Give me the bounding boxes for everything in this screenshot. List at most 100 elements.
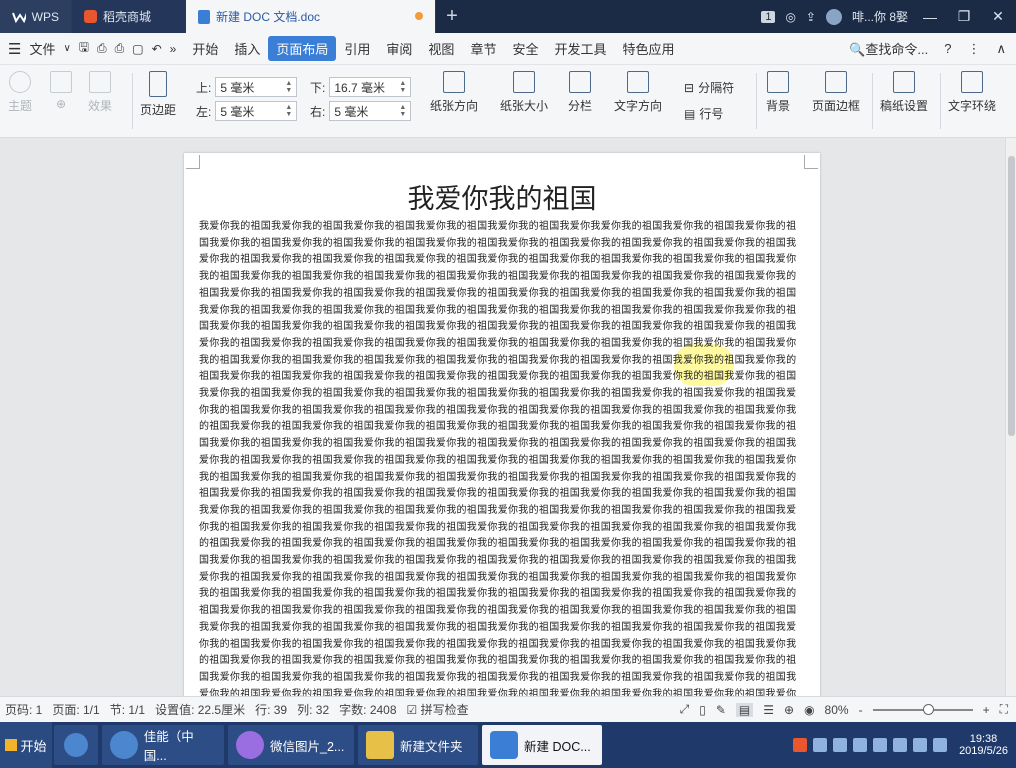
menu-review[interactable]: 审阅 (378, 36, 420, 61)
grid-paper-button[interactable]: 稿纸设置 (880, 71, 928, 114)
page-border-button[interactable]: 页面边框 (812, 71, 860, 114)
settings-icon[interactable]: ◎ (785, 10, 795, 24)
username[interactable]: 啡...你 8娶 (852, 8, 908, 25)
columns-button[interactable]: 分栏 (568, 71, 592, 114)
document-title[interactable]: 我爱你我的祖国 (184, 177, 820, 216)
page-count[interactable]: 页面: 1/1 (47, 701, 104, 718)
background-button[interactable]: 背景 (766, 71, 790, 114)
page-code[interactable]: 页码: 1 (0, 701, 47, 718)
clock[interactable]: 19:38 2019/5/26 (953, 733, 1008, 757)
right-margin-input[interactable]: 5 毫米 ▲ ▼ (329, 101, 412, 121)
document-page[interactable]: 我爱你我的祖国 我爱你我的祖国我爱你我的祖国我爱你我的祖国我爱你我的祖国我爱你我… (184, 153, 820, 696)
save-icon[interactable]: 🖫 (79, 38, 89, 59)
search-command[interactable]: 🔍查找命令... (849, 39, 928, 58)
help-button[interactable]: ? (944, 41, 951, 56)
tray-icon[interactable] (893, 738, 908, 752)
reading-mode-icon[interactable]: ▯ (699, 703, 706, 717)
orientation-button[interactable]: 纸张方向 (430, 71, 478, 114)
eye-protection-icon[interactable]: ◉ (804, 703, 814, 717)
network-icon[interactable] (913, 738, 928, 752)
tray-icon[interactable] (813, 738, 828, 752)
menu-start[interactable]: 开始 (184, 36, 226, 61)
avatar[interactable] (825, 8, 842, 25)
skin-icon[interactable]: ⇪ (806, 10, 816, 24)
zoom-out-button[interactable]: - (859, 703, 863, 717)
tab-shop[interactable]: 稻壳商城 (72, 0, 186, 33)
zoom-in-button[interactable]: + (983, 703, 990, 717)
bottom-margin-field[interactable]: 下: 16.7 毫米 ▲ ▼ (310, 77, 412, 97)
font-theme-button[interactable]: ⊕ (50, 71, 72, 111)
wps-tray-icon[interactable] (793, 738, 808, 752)
separator-button[interactable]: ⊟ 分隔符 (684, 79, 734, 96)
menu-chapter[interactable]: 章节 (462, 36, 504, 61)
tray-icon[interactable] (873, 738, 888, 752)
maximize-button[interactable]: ❐ (952, 8, 976, 25)
spell-check[interactable]: ☑ 拼写检查 (402, 701, 474, 718)
theme-button[interactable]: 主题 (8, 71, 32, 114)
hamburger-icon[interactable]: ☰ (8, 40, 21, 58)
word-count[interactable]: 字数: 2408 (334, 701, 401, 718)
print-icon[interactable]: ⎙ (115, 41, 125, 56)
collapse-ribbon-icon[interactable]: ∧ (996, 41, 1006, 57)
zoom-slider[interactable] (872, 703, 973, 715)
zoom-level[interactable]: 80% (825, 703, 849, 717)
page-view-icon[interactable]: ▤ (735, 702, 754, 717)
spinner-icon[interactable]: ▲ ▼ (399, 104, 406, 118)
margins-button[interactable]: 页边距 (140, 71, 176, 118)
web-view-icon[interactable]: ⊕ (784, 703, 794, 717)
window-count-badge[interactable]: 1 (761, 10, 776, 23)
text-wrap-button[interactable]: 文字环绕 (948, 71, 996, 114)
tab-wps[interactable]: WPS (0, 0, 72, 33)
preview-icon[interactable]: ▢ (132, 42, 143, 56)
taskbar-item[interactable]: 新建 DOC... (482, 725, 602, 765)
document-body[interactable]: 我爱你我的祖国我爱你我的祖国我爱你我的祖国我爱你我的祖国我爱你我的祖国我爱你我爱… (199, 219, 805, 696)
tray-icon[interactable] (853, 738, 868, 752)
file-menu[interactable]: 文件 (29, 39, 55, 58)
more-vertical-icon[interactable]: ⋮ (967, 41, 980, 57)
menu-insert[interactable]: 插入 (226, 36, 268, 61)
taskbar-item[interactable]: 佳能（中国... (102, 725, 224, 765)
taskbar-item[interactable]: 新建文件夹 (358, 725, 478, 765)
menu-dev-tools[interactable]: 开发工具 (546, 36, 614, 61)
right-margin-field[interactable]: 右: 5 毫米 ▲ ▼ (310, 101, 412, 121)
tray-icon[interactable] (833, 738, 848, 752)
menu-reference[interactable]: 引用 (336, 36, 378, 61)
spinner-icon[interactable]: ▲ ▼ (285, 80, 292, 94)
export-icon[interactable]: ⎙ (97, 41, 107, 56)
pen-icon[interactable]: ✎ (716, 703, 726, 717)
document-workspace[interactable]: 我爱你我的祖国 我爱你我的祖国我爱你我的祖国我爱你我的祖国我爱你我的祖国我爱你我… (0, 138, 1016, 696)
effect-button[interactable]: 效果 (88, 71, 112, 114)
left-margin-input[interactable]: 5 毫米 ▲ ▼ (215, 101, 298, 121)
volume-icon[interactable] (933, 738, 948, 752)
text-direction-button[interactable]: 文字方向 (614, 71, 662, 114)
spinner-icon[interactable]: ▲ ▼ (285, 104, 292, 118)
tab-document[interactable]: 新建 DOC 文档.doc (186, 0, 436, 33)
top-margin-input[interactable]: 5 毫米 ▲ ▼ (215, 77, 298, 97)
bottom-margin-input[interactable]: 16.7 毫米 ▲ ▼ (329, 77, 412, 97)
taskbar-item[interactable]: 微信图片_2... (228, 725, 354, 765)
menu-security[interactable]: 安全 (504, 36, 546, 61)
top-margin-field[interactable]: 上: 5 毫米 ▲ ▼ (196, 77, 298, 97)
section-count[interactable]: 节: 1/1 (105, 701, 150, 718)
fullscreen-icon[interactable]: ⤢ (680, 702, 690, 717)
outline-view-icon[interactable]: ☰ (763, 703, 774, 717)
left-margin-field[interactable]: 左: 5 毫米 ▲ ▼ (196, 101, 298, 121)
paper-size-button[interactable]: 纸张大小 (500, 71, 548, 114)
menu-page-layout[interactable]: 页面布局 (268, 36, 337, 61)
start-button[interactable]: 开始 (0, 722, 52, 768)
chevron-down-icon[interactable]: ∨ (63, 43, 70, 54)
menu-special[interactable]: 特色应用 (614, 36, 682, 61)
undo-icon[interactable]: ↶ (152, 42, 162, 56)
line-number-button[interactable]: ▤ 行号 (684, 105, 723, 122)
fit-page-icon[interactable]: ⛶ (1000, 702, 1008, 717)
taskbar-ie[interactable] (54, 725, 98, 765)
close-button[interactable]: ✕ (986, 8, 1010, 25)
new-tab-button[interactable]: + (436, 0, 468, 33)
more-icon[interactable]: » (170, 42, 177, 56)
minimize-button[interactable]: — (918, 9, 942, 25)
menu-view[interactable]: 视图 (420, 36, 462, 61)
scrollbar-thumb[interactable] (1008, 156, 1015, 436)
vertical-scrollbar[interactable] (1005, 138, 1016, 696)
zoom-slider-knob[interactable] (922, 703, 934, 715)
setting-value[interactable]: 设置值: 22.5厘米 (150, 701, 250, 718)
